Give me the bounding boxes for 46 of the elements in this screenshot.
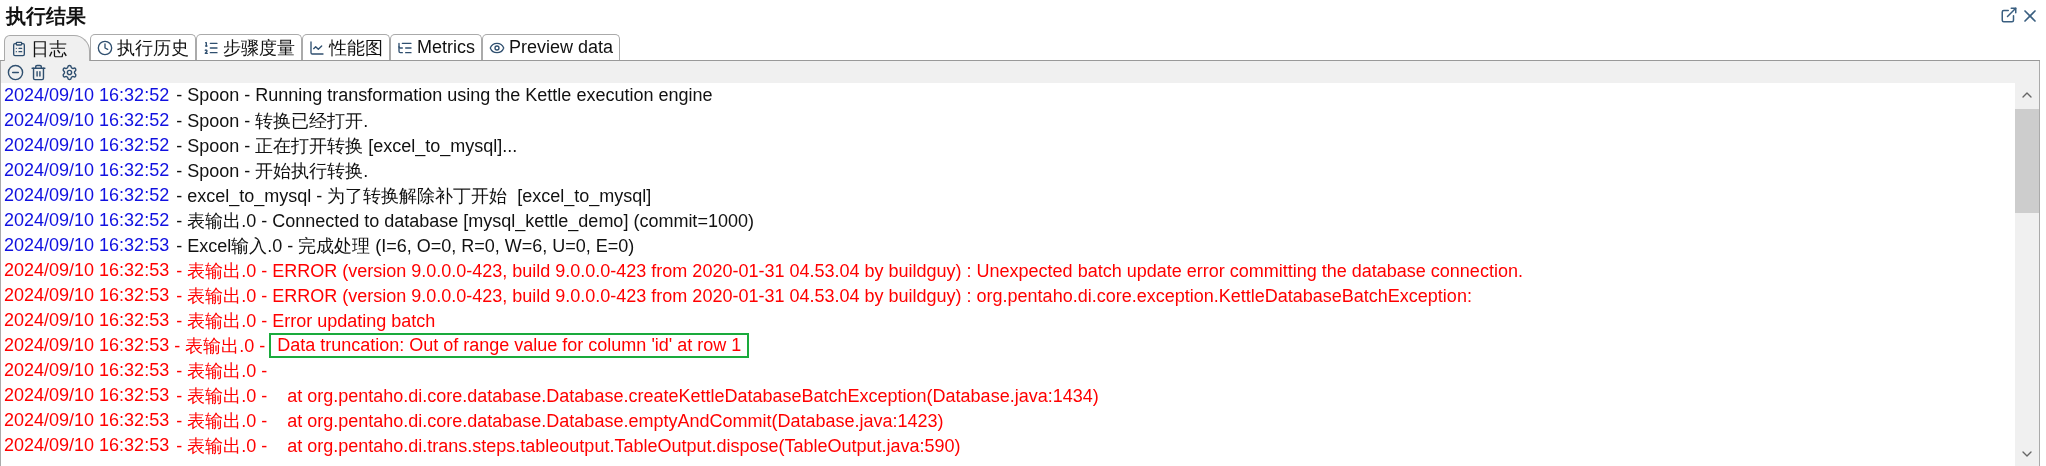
tab[interactable]: 步骤度量 — [196, 34, 302, 60]
trash-icon[interactable] — [30, 63, 47, 81]
settings-icon[interactable] — [61, 63, 78, 81]
log-timestamp: 2024/09/10 16:32:53 — [4, 435, 170, 456]
log-message: - 表输出.0 - at org.pentaho.di.core.database.Database.createKettleDatabaseBatchException(Database.java:1434) — [175, 384, 1100, 408]
clipboard-icon — [11, 40, 27, 57]
tab[interactable]: 执行历史 — [90, 34, 196, 60]
log-message: - 表输出.0 - Connected to database [mysql_kettle_demo] (commit=1000) — [175, 209, 755, 234]
pop-out-icon[interactable] — [2000, 6, 2018, 26]
log-timestamp: 2024/09/10 16:32:53 — [4, 260, 170, 281]
tab[interactable]: 性能图 — [302, 34, 390, 60]
log-timestamp: 2024/09/10 16:32:52 — [4, 135, 170, 156]
log-message: - 表输出.0 - Error updating batch — [175, 309, 437, 333]
tab[interactable]: Preview data — [482, 34, 621, 60]
line-chart-icon — [309, 39, 325, 56]
log-timestamp: 2024/09/10 16:32:53 — [4, 285, 170, 306]
log-message: - Spoon - 开始执行转换. — [175, 159, 370, 183]
log-message: - Spoon - Running transformation using the Kettle execution engine — [175, 84, 714, 107]
log-message: - Spoon - 转换已经打开. — [175, 109, 370, 133]
panel-title: 执行结果 — [6, 3, 86, 29]
log-message: - 表输出.0 - — [173, 334, 266, 358]
log-timestamp: 2024/09/10 16:32:53 — [4, 310, 170, 331]
tab[interactable]: 日志 — [4, 35, 90, 61]
clock-icon — [97, 39, 113, 56]
log-message: - Spoon - 正在打开转换 [excel_to_mysql]... — [175, 134, 519, 159]
minus-circle-icon[interactable] — [7, 63, 24, 81]
log-timestamp: 2024/09/10 16:32:52 — [4, 160, 170, 181]
log-timestamp: 2024/09/10 16:32:52 — [4, 185, 170, 206]
log-message: - 表输出.0 - — [175, 359, 269, 383]
log-timestamp: 2024/09/10 16:32:53 — [4, 335, 170, 356]
log-message: - 表输出.0 - at org.pentaho.di.core.database.Database.emptyAndCommit(Database.java:1423) — [175, 409, 945, 433]
highlighted-message: Data truncation: Out of range value for column 'id' at row 1 — [269, 333, 750, 358]
log-timestamp: 2024/09/10 16:32:53 — [4, 410, 170, 431]
log-message: - excel_to_mysql - 为了转换解除补丁开始 [excel_to_mysql] — [175, 184, 653, 209]
log-timestamp: 2024/09/10 16:32:52 — [4, 210, 170, 231]
log-timestamp: 2024/09/10 16:32:53 — [4, 360, 170, 381]
log-timestamp: 2024/09/10 16:32:53 — [4, 385, 170, 406]
log-message: - Excel输入.0 - 完成处理 (I=6, O=0, R=0, W=6, U=0, E=0) — [175, 234, 636, 258]
log-timestamp: 2024/09/10 16:32:52 — [4, 85, 170, 106]
numbered-list-icon — [203, 39, 219, 56]
log-message: - 表输出.0 - at org.pentaho.di.trans.steps.tableoutput.TableOutput.dispose(TableOutput.java:590) — [175, 434, 962, 458]
log-message: - 表输出.0 - ERROR (version 9.0.0.0-423, build 9.0.0.0-423 from 2020-01-31 04.53.04 by buildguy) : Unexpected batch update error committing the database connection. — [175, 259, 1524, 283]
log-timestamp: 2024/09/10 16:32:52 — [4, 110, 170, 131]
tab[interactable]: Metrics — [390, 34, 482, 60]
log-message: - 表输出.0 - ERROR (version 9.0.0.0-423, build 9.0.0.0-423 from 2020-01-31 04.53.04 by buildguy) : org.pentaho.di.core.exception.KettleDatabaseBatchException: — [175, 284, 1473, 308]
log-timestamp: 2024/09/10 16:32:53 — [4, 235, 170, 256]
